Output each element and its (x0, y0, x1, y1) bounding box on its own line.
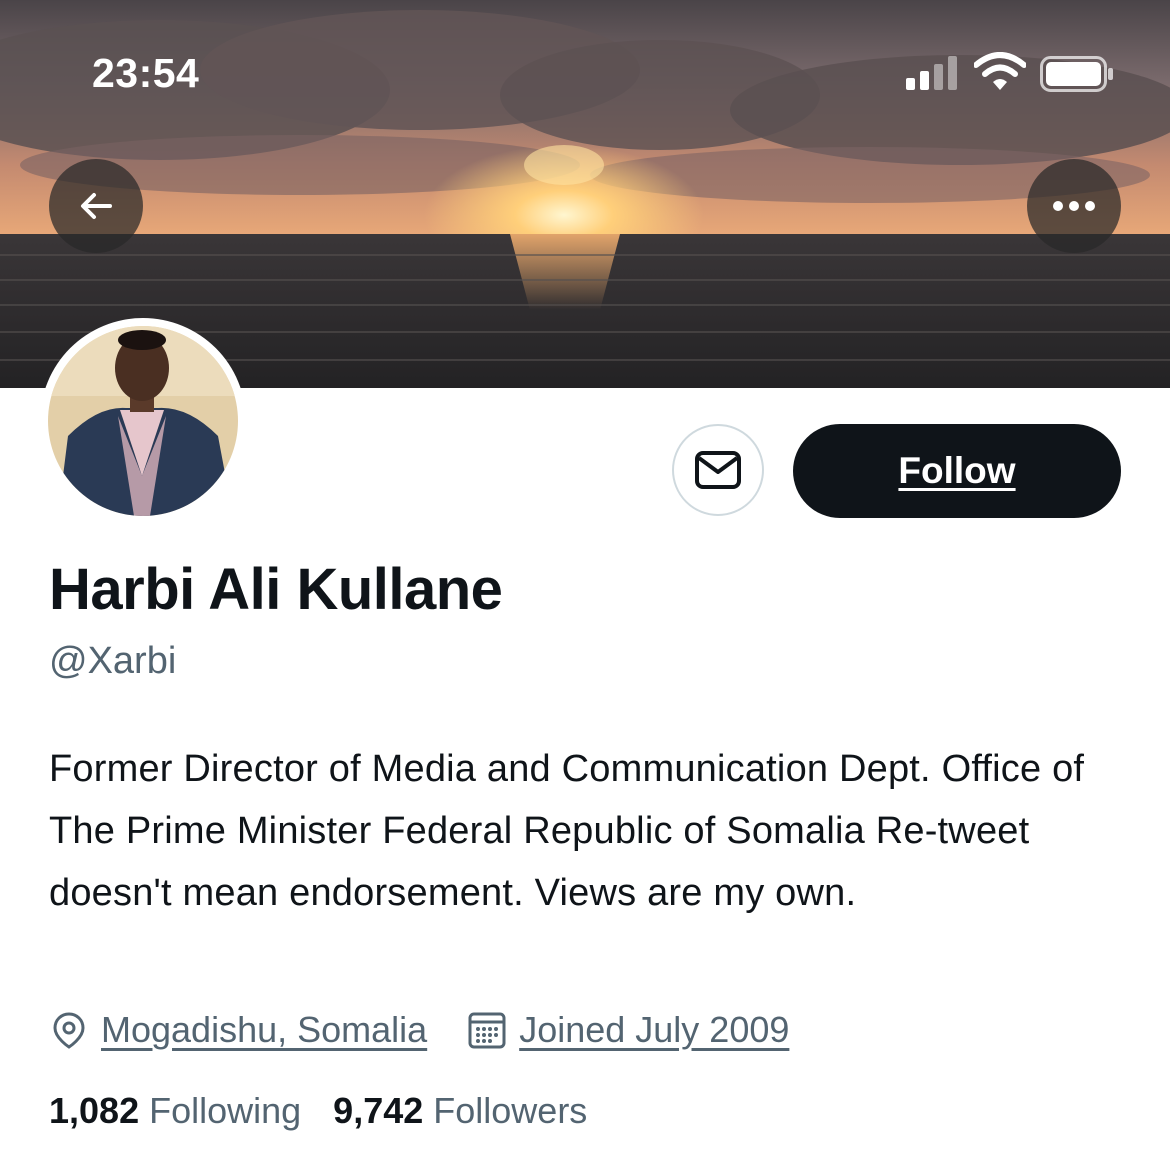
avatar[interactable] (40, 318, 246, 524)
avatar-photo (48, 326, 238, 516)
location-item[interactable]: Mogadishu, Somalia (49, 1009, 427, 1051)
following-label: Following (149, 1090, 302, 1131)
battery-icon (1040, 56, 1113, 92)
user-handle: @Xarbi (49, 640, 177, 682)
location-link[interactable]: Mogadishu, Somalia (101, 1009, 427, 1051)
joined-date: Joined July 2009 (519, 1009, 790, 1050)
back-button[interactable] (49, 159, 143, 253)
more-options-button[interactable] (1027, 159, 1121, 253)
more-horizontal-icon (1053, 201, 1095, 211)
cellular-signal-icon (906, 56, 957, 90)
following-stat[interactable]: 1,082 Following (49, 1090, 301, 1132)
wifi-icon (974, 52, 1026, 90)
followers-count: 9,742 (333, 1090, 424, 1131)
envelope-icon (695, 451, 741, 489)
followers-stat[interactable]: 9,742 Followers (333, 1090, 587, 1132)
calendar-icon (468, 1012, 506, 1049)
location-pin-icon (53, 1012, 85, 1049)
message-button[interactable] (672, 424, 764, 516)
display-name: Harbi Ali Kullane (49, 557, 503, 622)
followers-label: Followers (433, 1090, 588, 1131)
follow-button[interactable]: Follow (793, 424, 1121, 518)
joined-item: Joined July 2009 (467, 1009, 789, 1051)
profile-meta: Mogadishu, Somalia Joined July 2009 (49, 1004, 789, 1056)
profile-bio: Former Director of Media and Communicati… (49, 748, 1085, 914)
status-time: 23:54 (92, 50, 200, 96)
arrow-left-icon (81, 193, 112, 219)
follow-stats: 1,082 Following 9,742 Followers (49, 1090, 587, 1132)
following-count: 1,082 (49, 1090, 140, 1131)
